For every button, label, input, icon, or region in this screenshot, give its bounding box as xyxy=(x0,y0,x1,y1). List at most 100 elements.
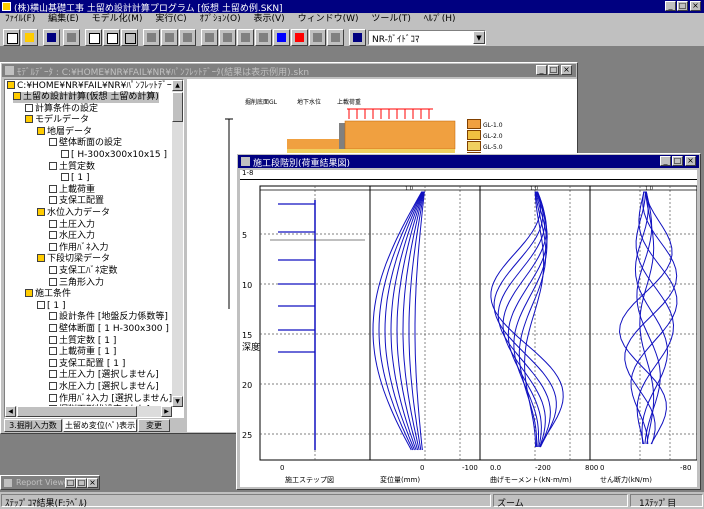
menu-edit[interactable]: 編集(E) xyxy=(43,13,84,26)
step-indicator[interactable]: 1-8 xyxy=(240,169,697,180)
chart-icon[interactable] xyxy=(237,29,254,46)
status-right: 1ｽﾃｯﾌﾟ目 xyxy=(630,494,703,509)
chevron-down-icon[interactable]: ▼ xyxy=(473,31,485,44)
displacement-curve xyxy=(378,191,425,451)
menu-file[interactable]: ﾌｧｲﾙ(F) xyxy=(0,13,40,26)
open-file-icon[interactable] xyxy=(21,29,38,46)
result-window-title-bar: 施工段階別(荷重結果図) _ □ × xyxy=(238,155,699,169)
tree-item[interactable]: 上載荷重 [ 1 ] xyxy=(49,347,116,358)
calc-icon[interactable] xyxy=(161,29,178,46)
depth-tick-label: 25 xyxy=(242,431,252,440)
tree-item[interactable]: [ H-300x300x10x15 ] xyxy=(61,150,167,161)
tree-item[interactable]: 土質定数 xyxy=(49,161,96,173)
copy-icon[interactable] xyxy=(85,29,102,46)
tree-item[interactable]: 計算条件の設定 xyxy=(25,103,99,115)
tab-displacement-view[interactable]: 土留め変位(ﾍﾟ)表示 xyxy=(63,419,137,432)
scroll-thumb[interactable] xyxy=(172,92,183,122)
tree-item[interactable]: 作用ﾊﾞﾈ入力 [選択しません] xyxy=(49,393,172,405)
tree-item[interactable]: [ 1 ] xyxy=(37,300,66,312)
minimize-button[interactable]: _ xyxy=(665,1,676,11)
menu-model[interactable]: モデル化(M) xyxy=(87,13,148,26)
help-icon[interactable] xyxy=(327,29,344,46)
hscroll-thumb[interactable] xyxy=(17,406,137,417)
tree-item-label: 支保工配置 xyxy=(59,196,105,207)
result-close-button[interactable]: × xyxy=(685,156,696,166)
app-icon[interactable] xyxy=(2,2,11,11)
tree-hscrollbar[interactable]: ◀ ▶ xyxy=(5,406,172,417)
tree-item[interactable]: 施工条件 xyxy=(25,289,71,300)
folder-icon xyxy=(37,208,45,216)
tree-scrollbar[interactable]: ▲ ▼ xyxy=(172,80,183,407)
folder-icon xyxy=(37,254,45,263)
tree-root-path[interactable]: C:¥HOME¥NR¥FAIL¥NR¥ﾊﾟﾝﾌﾚｯﾄﾃﾞｰﾀ(結 xyxy=(7,81,183,92)
paste-icon[interactable] xyxy=(103,29,120,46)
model-maximize-button[interactable]: □ xyxy=(548,65,559,75)
tree-item[interactable]: 地層データ xyxy=(37,126,92,138)
tree-item[interactable]: 水位入力データ xyxy=(37,208,110,219)
maximize-button[interactable]: □ xyxy=(677,1,688,11)
scroll-left-icon[interactable]: ◀ xyxy=(5,406,16,417)
tab-excavation-input[interactable]: 3.掘削入力数 xyxy=(4,419,62,432)
arrow-icon[interactable] xyxy=(349,29,366,46)
tree-item-label: 土質定数 xyxy=(59,161,96,172)
report-close-button[interactable]: × xyxy=(87,478,98,488)
result-icon[interactable] xyxy=(273,29,290,46)
menu-run[interactable]: 実行(C) xyxy=(150,13,191,26)
tree-item[interactable]: 壁体断面 [ 1 H-300x300 ] xyxy=(49,324,169,335)
result-maximize-button[interactable]: □ xyxy=(672,156,683,166)
graph-icon[interactable] xyxy=(291,29,308,46)
tree-item-label: [ 1 ] xyxy=(47,300,66,311)
tree-item[interactable]: [ 1 ] xyxy=(61,173,89,184)
print-icon[interactable] xyxy=(63,29,80,46)
tree-item[interactable]: 土圧入力 xyxy=(49,219,95,231)
scroll-right-icon[interactable]: ▶ xyxy=(161,406,172,417)
scroll-up-icon[interactable]: ▲ xyxy=(172,80,183,91)
mode-select[interactable]: NR-ｶﾞｲﾄﾞｺﾏ ▼ xyxy=(368,30,486,45)
new-file-icon[interactable] xyxy=(3,29,20,46)
tree-item[interactable]: 下段切梁データ xyxy=(37,254,110,265)
result-minimize-button[interactable]: _ xyxy=(660,156,671,166)
tree-item[interactable]: 水圧入力 [選択しません] xyxy=(49,382,159,393)
top-mark-label: 1.0 xyxy=(530,186,538,192)
minimized-report-window[interactable]: Report Viewer □ □ × xyxy=(0,475,100,490)
save-icon[interactable] xyxy=(43,29,60,46)
doc-icon xyxy=(49,347,57,356)
close-button[interactable]: × xyxy=(690,1,701,11)
tree-item[interactable]: モデルデータ xyxy=(25,115,89,126)
model-minimize-button[interactable]: _ xyxy=(536,65,547,75)
tree-item[interactable]: 支保工配置 [ 1 ] xyxy=(49,358,125,370)
menu-view[interactable]: 表示(V) xyxy=(249,13,290,26)
find-icon[interactable] xyxy=(143,29,160,46)
report-maximize-button[interactable]: □ xyxy=(76,478,87,488)
menu-options[interactable]: ｵﾌﾟｼｮﾝ(O) xyxy=(195,13,246,26)
tree-item[interactable]: 支保工ﾊﾞﾈ定数 xyxy=(49,266,118,277)
step-icon[interactable] xyxy=(255,29,272,46)
doc-icon xyxy=(49,370,57,379)
tree-item[interactable]: 土圧入力 [選択しません] xyxy=(49,370,159,381)
tree-item[interactable]: 上載荷重 xyxy=(49,184,95,196)
menu-help[interactable]: ﾍﾙﾌﾟ(H) xyxy=(419,13,461,26)
scroll-down-icon[interactable]: ▼ xyxy=(172,396,183,407)
result-window-title: 施工段階別(荷重結果図) xyxy=(253,159,351,169)
tree-item[interactable]: 壁体断面の設定 xyxy=(49,138,122,149)
tree-item[interactable]: 土留め設計計算(仮想 土留め計算) xyxy=(13,92,159,103)
list-icon[interactable] xyxy=(201,29,218,46)
report-restore-button[interactable]: □ xyxy=(65,478,76,488)
menu-window[interactable]: ウィンドウ(W) xyxy=(293,13,364,26)
menu-bar: ﾌｧｲﾙ(F) 編集(E) モデル化(M) 実行(C) ｵﾌﾟｼｮﾝ(O) 表示… xyxy=(0,13,704,27)
menu-tools[interactable]: ツール(T) xyxy=(366,13,416,26)
cut-icon[interactable] xyxy=(121,29,138,46)
tree-item[interactable]: 支保工配置 xyxy=(49,196,104,207)
grid-icon[interactable] xyxy=(179,29,196,46)
tree-item[interactable]: 三角形入力 xyxy=(49,277,104,289)
legend-item: GL-2.0 xyxy=(467,130,506,140)
table-icon[interactable] xyxy=(219,29,236,46)
model-close-button[interactable]: × xyxy=(561,65,572,75)
zoom-icon[interactable] xyxy=(309,29,326,46)
tree-item[interactable]: 水圧入力 xyxy=(49,231,95,242)
tree-item-label: 計算条件の設定 xyxy=(35,103,99,114)
tree-item[interactable]: 土質定数 [ 1 ] xyxy=(49,335,116,347)
tree-item[interactable]: 作用ﾊﾞﾈ入力 xyxy=(49,242,109,254)
tab-change[interactable]: 変更 xyxy=(138,419,170,432)
tree-item[interactable]: 設計条件 [地盤反力係数等] xyxy=(49,312,168,323)
